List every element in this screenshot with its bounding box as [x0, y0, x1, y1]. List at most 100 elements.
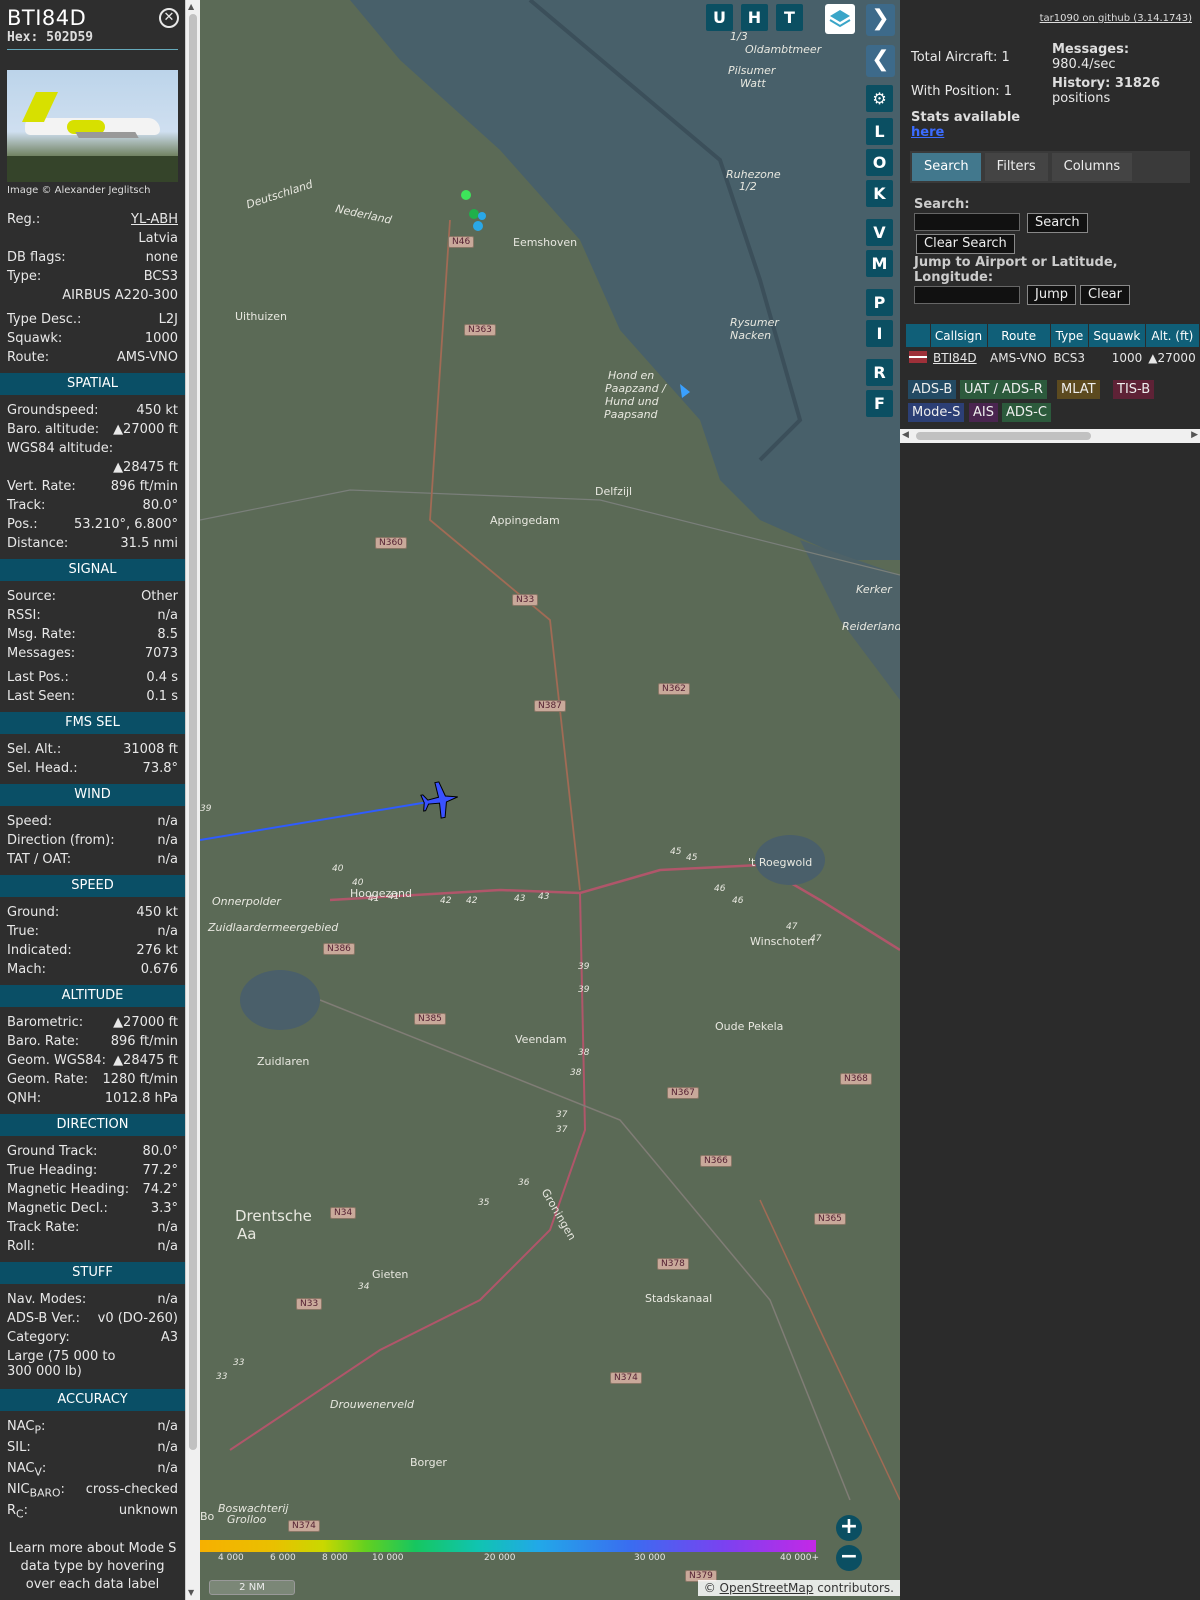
field-label[interactable]: Sel. Alt.:: [7, 740, 61, 759]
field-label[interactable]: Track Rate:: [7, 1218, 79, 1237]
field-label[interactable]: Distance:: [7, 534, 68, 553]
field-label[interactable]: Nav. Modes:: [7, 1290, 86, 1309]
col-route[interactable]: Route: [987, 324, 1051, 347]
tab-search[interactable]: Search: [912, 153, 981, 181]
col-type[interactable]: Type: [1050, 324, 1090, 347]
close-icon[interactable]: ✕: [159, 8, 179, 28]
map-button-v[interactable]: V: [866, 219, 893, 246]
map-button-u[interactable]: U: [706, 4, 733, 31]
col-squawk[interactable]: Squawk: [1088, 324, 1146, 347]
legend-uat-ads-r[interactable]: UAT / ADS-R: [960, 380, 1047, 399]
legend-ais[interactable]: AIS: [969, 403, 998, 422]
field-label[interactable]: Geom. WGS84:: [7, 1051, 106, 1070]
field-label[interactable]: TAT / OAT:: [7, 850, 71, 869]
map-button-t[interactable]: T: [776, 4, 803, 31]
field-label[interactable]: WGS84 altitude:: [7, 439, 113, 458]
map-button-f[interactable]: F: [866, 390, 893, 417]
field-label[interactable]: Indicated:: [7, 941, 72, 960]
search-input[interactable]: [914, 213, 1020, 231]
field-label[interactable]: Last Seen:: [7, 687, 75, 706]
field-label[interactable]: Type:: [7, 267, 41, 286]
field-label[interactable]: Msg. Rate:: [7, 625, 76, 644]
field-label[interactable]: Last Pos.:: [7, 668, 69, 687]
layers-button[interactable]: [825, 4, 855, 34]
sidebar-scroll-thumb[interactable]: [189, 14, 197, 1450]
github-link[interactable]: tar1090 on github (3.14.1743): [1040, 13, 1192, 24]
scroll-right-icon[interactable]: ▶: [1191, 430, 1198, 440]
field-label[interactable]: Vert. Rate:: [7, 477, 76, 496]
jump-input[interactable]: [914, 286, 1020, 304]
field-label[interactable]: Category:: [7, 1328, 70, 1347]
field-label[interactable]: Messages:: [7, 644, 75, 663]
rc-label[interactable]: RC:: [7, 1501, 28, 1522]
legend-mode-s[interactable]: Mode-S: [908, 403, 965, 422]
nacv-label[interactable]: NACV:: [7, 1459, 46, 1480]
field-label[interactable]: RSSI:: [7, 606, 41, 625]
field-label[interactable]: QNH:: [7, 1089, 41, 1108]
scroll-up-icon[interactable]: ▲: [188, 2, 194, 11]
map-button-p[interactable]: P: [866, 289, 893, 316]
field-label[interactable]: Sel. Head.:: [7, 759, 78, 778]
field-label[interactable]: True:: [7, 922, 39, 941]
field-label[interactable]: Type Desc.:: [7, 310, 81, 329]
table-hscrollbar[interactable]: ◀ ▶: [900, 429, 1200, 443]
map-button-r[interactable]: R: [866, 359, 893, 386]
map-button-o[interactable]: O: [866, 149, 893, 176]
collapse-panel-button[interactable]: ❮: [866, 45, 895, 77]
field-label[interactable]: Groundspeed:: [7, 401, 98, 420]
field-label[interactable]: True Heading:: [7, 1161, 97, 1180]
tab-columns[interactable]: Columns: [1051, 153, 1133, 181]
legend-tis-b[interactable]: TIS-B: [1113, 380, 1155, 399]
field-label[interactable]: Mach:: [7, 960, 46, 979]
field-label[interactable]: Reg.:: [7, 210, 40, 229]
field-label[interactable]: Ground Track:: [7, 1142, 97, 1161]
aircraft-marker-icon[interactable]: [418, 778, 462, 822]
scroll-left-icon[interactable]: ◀: [902, 430, 909, 440]
tab-filters[interactable]: Filters: [984, 153, 1048, 181]
map-button-h[interactable]: H: [741, 4, 768, 31]
clear-search-button[interactable]: Clear Search: [916, 234, 1015, 254]
nacp-label[interactable]: NACP:: [7, 1417, 45, 1438]
map-button-i[interactable]: I: [866, 320, 893, 347]
map-button-m[interactable]: M: [866, 250, 893, 277]
legend-mlat[interactable]: MLAT: [1057, 380, 1100, 399]
field-label[interactable]: Geom. Rate:: [7, 1070, 88, 1089]
expand-panel-button[interactable]: ❯: [866, 4, 895, 36]
legend-ads-b[interactable]: ADS-B: [908, 380, 957, 399]
col-flag[interactable]: [906, 324, 931, 347]
field-label[interactable]: Source:: [7, 587, 56, 606]
field-label[interactable]: Speed:: [7, 812, 52, 831]
legend-ads-c[interactable]: ADS-C: [1002, 403, 1051, 422]
search-button[interactable]: Search: [1027, 213, 1088, 233]
jump-button[interactable]: Jump: [1027, 285, 1076, 305]
clear-button[interactable]: Clear: [1080, 285, 1130, 305]
field-label[interactable]: Roll:: [7, 1237, 35, 1256]
col-callsign[interactable]: Callsign: [930, 324, 988, 347]
aircraft-photo[interactable]: [7, 70, 178, 182]
field-label[interactable]: Baro. altitude:: [7, 420, 99, 439]
callsign-cell[interactable]: BTI84D: [930, 347, 987, 369]
receiver-dot[interactable]: [469, 209, 479, 219]
map-button-l[interactable]: L: [866, 118, 893, 145]
settings-button[interactable]: ⚙: [866, 85, 893, 112]
table-row[interactable]: BTI84D AMS-VNO BCS3 1000 ▲27000: [906, 347, 1200, 369]
field-label[interactable]: Barometric:: [7, 1013, 83, 1032]
field-label[interactable]: Squawk:: [7, 329, 62, 348]
hscroll-thumb[interactable]: [916, 432, 1091, 440]
map-button-k[interactable]: K: [866, 180, 893, 207]
field-label[interactable]: Ground:: [7, 903, 59, 922]
osm-link[interactable]: OpenStreetMap: [720, 1581, 814, 1595]
zoom-out-button[interactable]: −: [836, 1545, 862, 1571]
field-label[interactable]: Pos.:: [7, 515, 38, 534]
field-label[interactable]: Route:: [7, 348, 49, 367]
map-view[interactable]: Uithuizen Eemshoven Appingedam Delfzijl Hoog…: [200, 0, 900, 1600]
nicbaro-label[interactable]: NICBARO:: [7, 1480, 65, 1501]
receiver-dot[interactable]: [478, 212, 486, 220]
field-label[interactable]: DB flags:: [7, 248, 66, 267]
stats-link[interactable]: here: [911, 125, 944, 140]
scroll-down-icon[interactable]: ▼: [188, 1588, 194, 1597]
receiver-dot[interactable]: [461, 190, 471, 200]
field-label[interactable]: ADS-B Ver.:: [7, 1309, 80, 1328]
field-label[interactable]: Track:: [7, 496, 45, 515]
zoom-in-button[interactable]: +: [836, 1515, 862, 1541]
